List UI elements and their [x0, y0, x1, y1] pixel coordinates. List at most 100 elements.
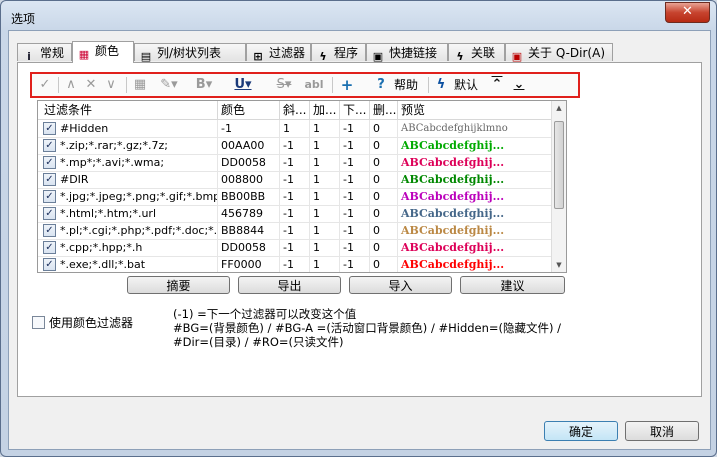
cell-italic: -1	[280, 137, 310, 154]
cell-italic: -1	[280, 154, 310, 171]
bold-dropdown-button[interactable]: B▾	[190, 76, 218, 94]
cell-strike: 0	[370, 222, 398, 239]
cell-underline: -1	[340, 222, 370, 239]
help-button[interactable]: 帮助	[390, 76, 422, 94]
column-header-color[interactable]: 颜色	[218, 101, 280, 119]
cell-color: -1	[218, 120, 280, 137]
tab-filter[interactable]: ⊞ 过滤器	[246, 43, 311, 63]
column-header-strike[interactable]: 删...	[370, 101, 398, 119]
move-down-icon[interactable]: ∨	[102, 76, 120, 94]
column-header-preview[interactable]: 预览	[398, 101, 552, 119]
cell-underline: -1	[340, 188, 370, 205]
cell-italic: -1	[280, 205, 310, 222]
filter-notes: (-1) =下一个过滤器可以改变这个值 #BG=(背景颜色) / #BG-A =…	[173, 307, 588, 349]
suggest-button[interactable]: 建议	[460, 276, 565, 294]
cell-italic: -1	[280, 188, 310, 205]
summary-button[interactable]: 摘要	[127, 276, 230, 294]
table-row[interactable]: ✓ *.zip;*.rar;*.gz;*.7z; 00AA00 -1 1 -1 0 ABCab…	[38, 137, 552, 155]
delete-icon[interactable]: ✕	[82, 76, 100, 94]
cancel-button[interactable]: 取消	[625, 421, 699, 441]
cell-color: 00AA00	[218, 137, 280, 154]
check-icon[interactable]: ✓	[36, 76, 54, 94]
cell-color: FF0000	[218, 256, 280, 272]
default-icon: ϟ	[436, 77, 446, 92]
move-top-icon[interactable]: ⌃	[488, 76, 506, 94]
tab-label: 程序	[334, 46, 359, 60]
move-up-icon[interactable]: ∧	[62, 76, 80, 94]
column-header-filter[interactable]: 过滤条件	[38, 101, 218, 119]
tab-programs[interactable]: ϟ 程序	[311, 43, 366, 63]
cell-bold: 1	[310, 137, 340, 154]
table-row[interactable]: ✓ #Hidden -1 1 1 -1 0 ABCabcdefghijklmno	[38, 120, 552, 138]
cell-filter: #DIR	[38, 171, 218, 188]
use-color-filter-checkbox[interactable]: 使用颜色过滤器	[32, 314, 133, 331]
table-row[interactable]: ✓*.jpg;*.jpeg;*.png;*.gif;*.bmp;*.icoBB0…	[38, 188, 552, 206]
cell-preview: ABCabcdefghij...	[401, 224, 505, 237]
cell-underline: -1	[340, 205, 370, 222]
cell-filter: *.zip;*.rar;*.gz;*.7z;	[38, 137, 218, 154]
bold-icon: B	[195, 77, 206, 92]
help-icon[interactable]: ?	[374, 76, 388, 94]
checkbox-box[interactable]	[32, 316, 45, 329]
cell-color: DD0058	[218, 239, 280, 256]
cell-filter: *.html;*.htm;*.url	[38, 205, 218, 222]
tab-quick-links[interactable]: ▣ 快捷链接	[366, 43, 448, 63]
table-row[interactable]: ✓ *.mp*;*.avi;*.wma; DD0058 -1 1 -1 0 ABCabcdef…	[38, 154, 552, 172]
column-header-bold[interactable]: 加...	[310, 101, 340, 119]
cell-strike: 0	[370, 171, 398, 188]
cell-preview: ABCabcdefghij...	[401, 241, 505, 254]
cell-preview: ABCabcdefghij...	[401, 173, 505, 186]
toolbar-separator	[332, 77, 333, 93]
toolbar-separator	[126, 77, 127, 93]
close-button[interactable]: ✕	[665, 2, 710, 23]
add-icon[interactable]: +	[338, 76, 356, 94]
table-row[interactable]: ✓ #DIR 008800 -1 1 -1 0 ABCabcdefghij...	[38, 171, 552, 189]
tab-associations[interactable]: ϟ 关联	[448, 43, 505, 63]
cell-underline: -1	[340, 171, 370, 188]
cell-filter: *.cpp;*.hpp;*.h	[38, 239, 218, 256]
import-button[interactable]: 导入	[349, 276, 452, 294]
color-filter-list: 过滤条件 颜色 斜... 加... 下... 删... 预览 ✓ #Hidden -…	[37, 100, 567, 273]
underline-dropdown-button[interactable]: U▾	[228, 76, 258, 94]
pen-dropdown-icon[interactable]: ✎▾	[156, 76, 182, 94]
cell-color: 008800	[218, 171, 280, 188]
table-row[interactable]: ✓ *.html;*.htm;*.url 456789 -1 1 -1 0 ABCabcdef…	[38, 205, 552, 223]
scrollbar-thumb[interactable]	[554, 121, 564, 209]
move-bottom-icon[interactable]: ⌄	[510, 76, 528, 94]
note-line-1: (-1) =下一个过滤器可以改变这个值	[173, 307, 357, 321]
column-header-italic[interactable]: 斜...	[280, 101, 310, 119]
tab-general[interactable]: i 常规	[17, 43, 72, 63]
tab-label: 关于 Q-Dir(A)	[528, 46, 606, 60]
tab-label: 关联	[471, 46, 496, 60]
tab-label: 列/树状列表	[157, 46, 222, 60]
text-field-icon[interactable]: abl	[302, 76, 326, 94]
cell-bold: 1	[310, 120, 340, 137]
table-row[interactable]: ✓ *.exe;*.dll;*.bat FF0000 -1 1 -1 0 ABCabcdefg…	[38, 256, 552, 272]
cell-preview: ABCabcdefghij...	[401, 207, 505, 220]
cell-strike: 0	[370, 256, 398, 272]
table-row[interactable]: ✓ *.cpp;*.hpp;*.h DD0058 -1 1 -1 0 ABCabcdefghi…	[38, 239, 552, 257]
cell-color: DD0058	[218, 154, 280, 171]
cell-bold: 1	[310, 205, 340, 222]
default-button[interactable]: 默认	[450, 76, 482, 94]
color-grid-icon: ▦	[78, 48, 90, 61]
underline-icon: U	[234, 77, 246, 92]
cell-filter: *.jpg;*.jpeg;*.png;*.gif;*.bmp;*.ico	[38, 188, 218, 205]
ok-button[interactable]: 确定	[544, 421, 618, 441]
strikethrough-dropdown-button[interactable]: S▾	[270, 76, 298, 94]
vertical-scrollbar[interactable]: ▲ ▼	[551, 101, 566, 272]
scroll-up-icon[interactable]: ▲	[552, 101, 566, 115]
tab-label: 过滤器	[269, 46, 306, 60]
color-palette-icon[interactable]: ▦	[132, 76, 148, 94]
cell-underline: -1	[340, 120, 370, 137]
export-button[interactable]: 导出	[238, 276, 341, 294]
cell-strike: 0	[370, 205, 398, 222]
tab-colors[interactable]: ▦ 颜色	[72, 41, 134, 63]
tab-about[interactable]: ▣ 关于 Q-Dir(A)	[505, 43, 613, 63]
cell-bold: 1	[310, 222, 340, 239]
table-row[interactable]: ✓*.pl;*.cgi;*.php;*.pdf;*.doc;*.rtf;*...…	[38, 222, 552, 240]
scroll-down-icon[interactable]: ▼	[552, 258, 566, 272]
column-header-underline[interactable]: 下...	[340, 101, 370, 119]
tab-columns[interactable]: ▤ 列/树状列表	[134, 43, 246, 63]
cell-filter: *.exe;*.dll;*.bat	[38, 256, 218, 272]
